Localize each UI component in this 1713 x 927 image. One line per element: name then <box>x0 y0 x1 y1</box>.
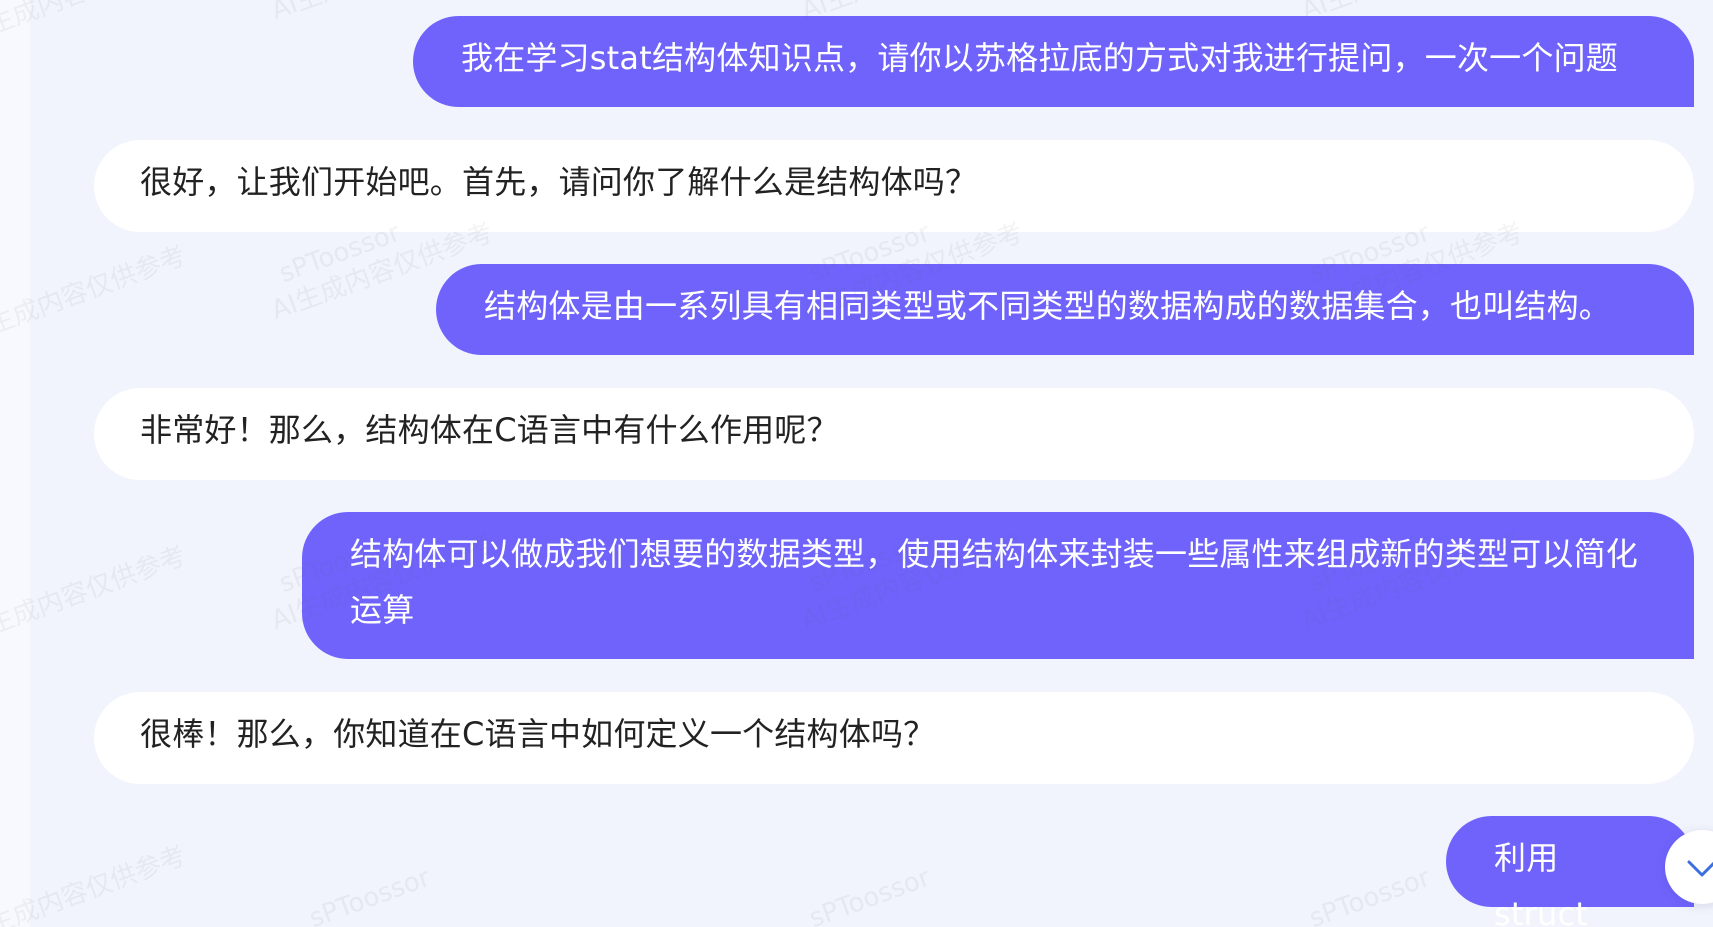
assistant-message: 很棒！那么，你知道在C语言中如何定义一个结构体吗？ <box>94 692 1694 784</box>
message-text: 利用struct <box>1494 839 1588 927</box>
watermark: sPToossor <box>805 862 935 927</box>
assistant-message: 非常好！那么，结构体在C语言中有什么作用呢？ <box>94 388 1694 480</box>
watermark: sPToossor <box>1305 862 1435 927</box>
assistant-message: 很好，让我们开始吧。首先，请问你了解什么是结构体吗？ <box>94 140 1694 232</box>
message-text: 结构体是由一系列具有相同类型或不同类型的数据构成的数据集合，也叫结构。 <box>484 287 1612 325</box>
message-text: 我在学习stat结构体知识点，请你以苏格拉底的方式对我进行提问，一次一个问题 <box>461 39 1618 77</box>
user-message: 结构体是由一系列具有相同类型或不同类型的数据构成的数据集合，也叫结构。 <box>436 264 1694 355</box>
user-message: 结构体可以做成我们想要的数据类型，使用结构体来封装一些属性来组成新的类型可以简化… <box>302 512 1694 659</box>
chevron-down-icon <box>1687 860 1713 877</box>
message-text: 很棒！那么，你知道在C语言中如何定义一个结构体吗？ <box>140 715 936 753</box>
message-text: 很好，让我们开始吧。首先，请问你了解什么是结构体吗？ <box>140 163 978 201</box>
user-message: 利用struct <box>1446 816 1694 927</box>
message-text: 非常好！那么，结构体在C语言中有什么作用呢？ <box>140 411 839 449</box>
user-message: 我在学习stat结构体知识点，请你以苏格拉底的方式对我进行提问，一次一个问题 <box>413 16 1694 107</box>
chat-page: AI生成内容仅供参考 sPToossor AI生成内容仅供参考 sPToossor… <box>0 0 1713 927</box>
watermark: sPToossor <box>305 862 435 927</box>
message-text: 结构体可以做成我们想要的数据类型，使用结构体来封装一些属性来组成新的类型可以简化… <box>350 535 1639 629</box>
left-panel-edge <box>0 0 30 927</box>
